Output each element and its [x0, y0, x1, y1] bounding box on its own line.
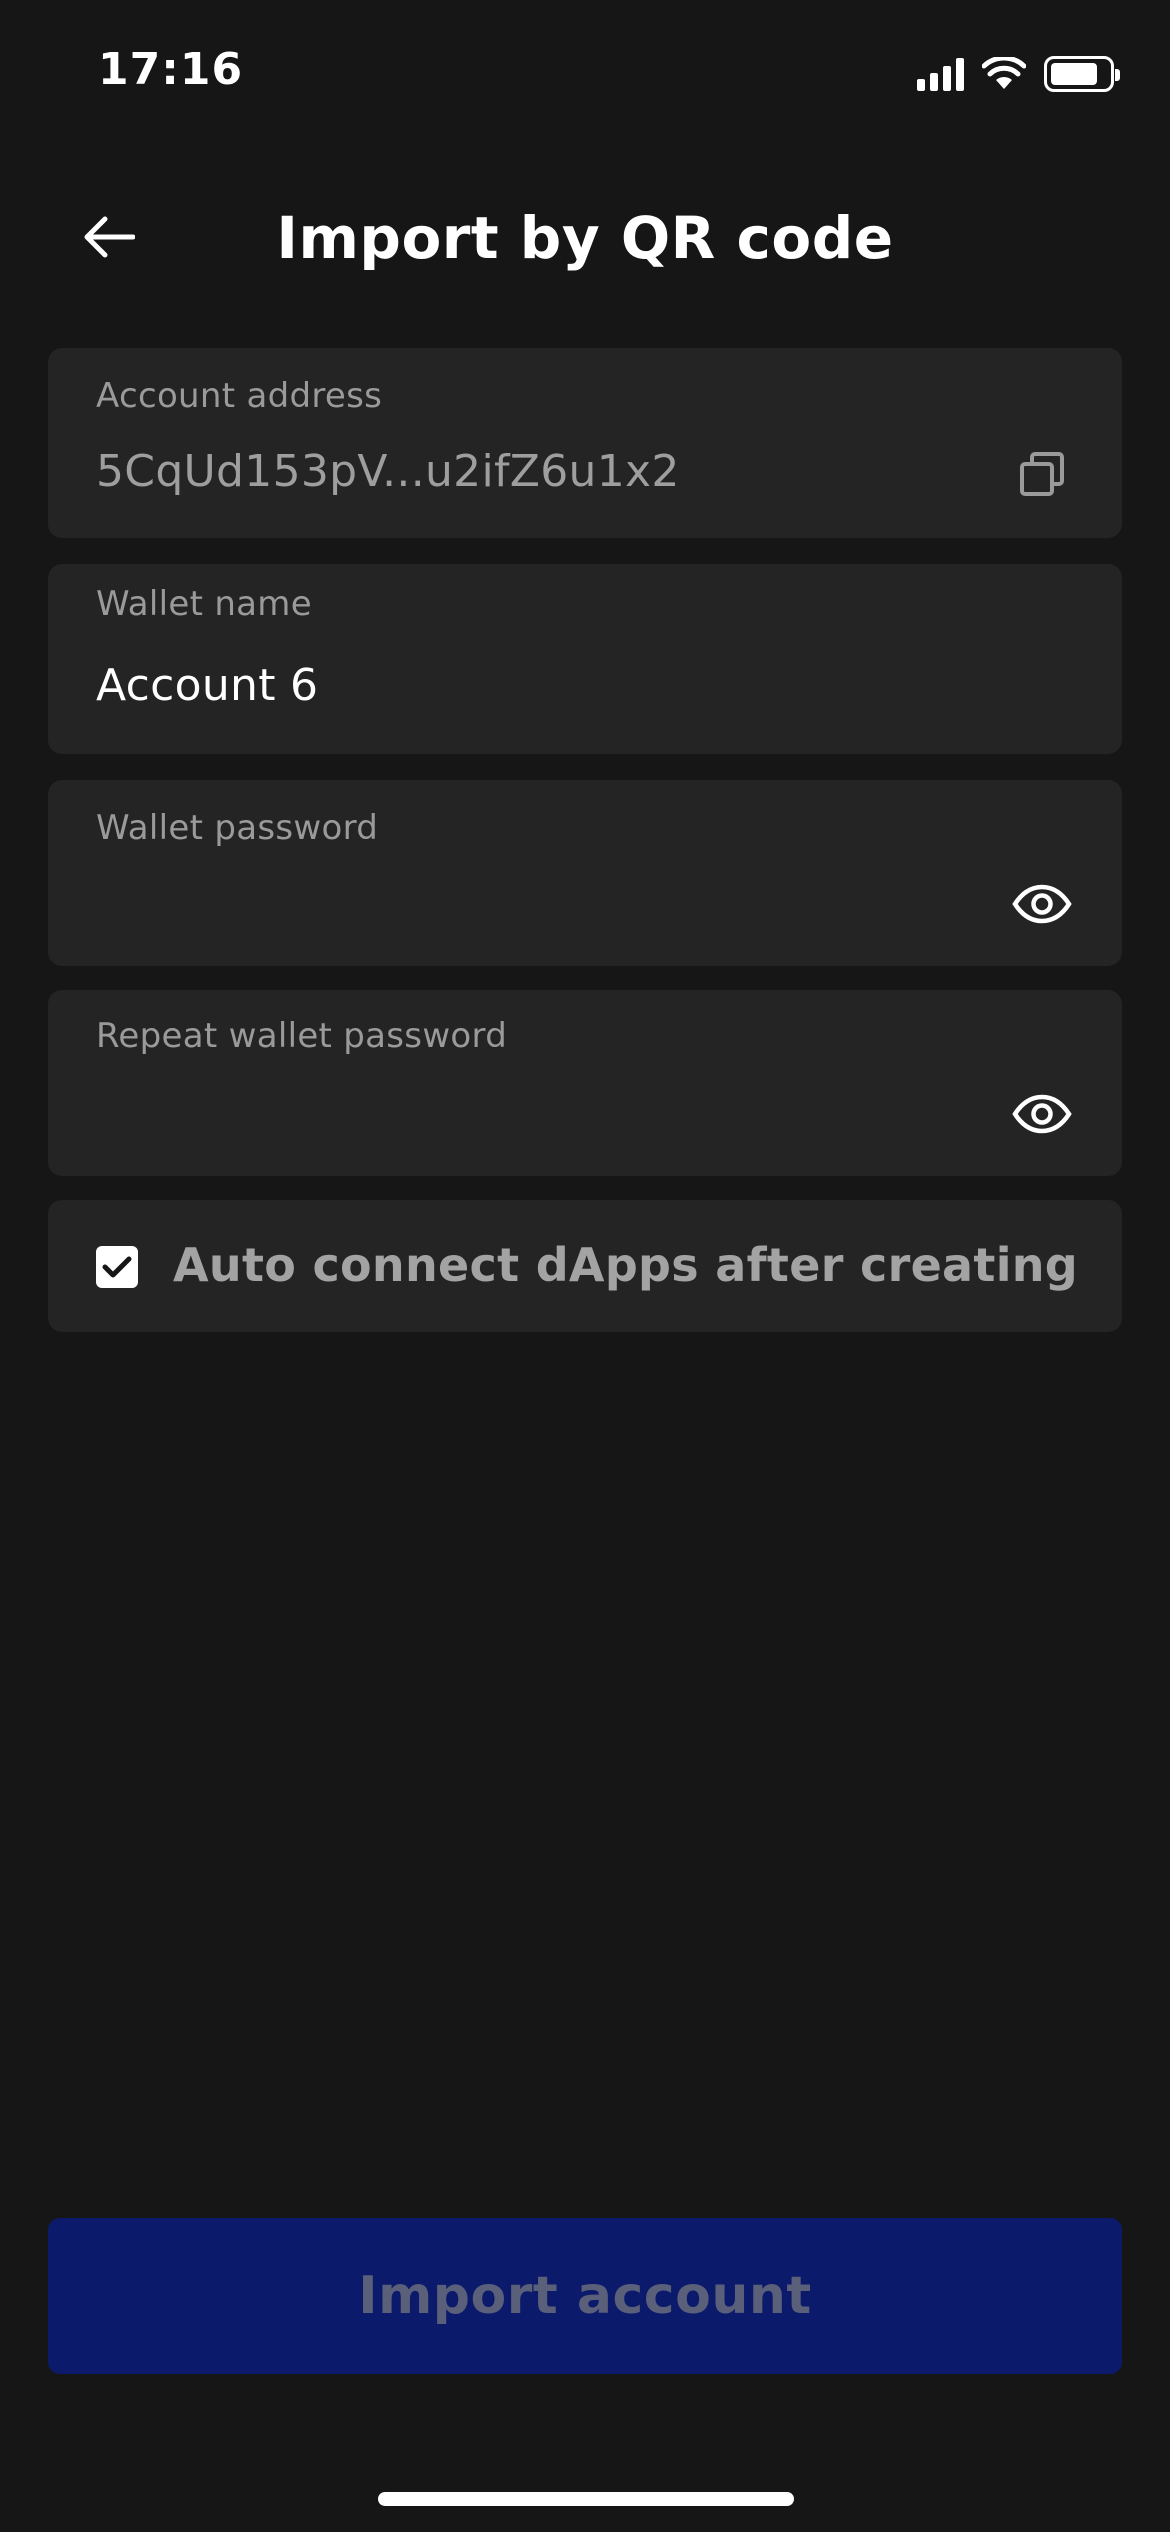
- toggle-password-visibility-button[interactable]: [1010, 872, 1074, 936]
- repeat-wallet-password-field[interactable]: Repeat wallet password: [48, 990, 1122, 1176]
- wallet-password-label: Wallet password: [96, 808, 379, 848]
- auto-connect-checkbox[interactable]: [96, 1246, 138, 1288]
- account-address-label: Account address: [96, 376, 383, 416]
- auto-connect-row[interactable]: Auto connect dApps after creating: [48, 1200, 1122, 1332]
- account-address-value: 5CqUd153pV...u2ifZ6u1x2: [96, 446, 680, 497]
- copy-icon: [1020, 452, 1064, 496]
- auto-connect-label: Auto connect dApps after creating: [173, 1238, 1079, 1292]
- battery-icon: [1044, 56, 1120, 92]
- wallet-name-input[interactable]: Account 6: [96, 660, 318, 711]
- checkmark-icon: [102, 1256, 132, 1278]
- wallet-password-field[interactable]: Wallet password: [48, 780, 1122, 966]
- page-title: Import by QR code: [276, 204, 894, 272]
- wifi-icon: [982, 57, 1026, 89]
- status-icons: [917, 54, 1120, 94]
- eye-icon: [1012, 884, 1072, 924]
- import-by-qr-screen: 17:16 Import by QR code Account address …: [0, 0, 1170, 2532]
- account-address-field: Account address 5CqUd153pV...u2ifZ6u1x2: [48, 348, 1122, 538]
- copy-address-button[interactable]: [1010, 442, 1074, 506]
- wallet-name-label: Wallet name: [96, 584, 312, 624]
- toggle-repeat-password-visibility-button[interactable]: [1010, 1082, 1074, 1146]
- status-time: 17:16: [98, 44, 244, 95]
- repeat-wallet-password-label: Repeat wallet password: [96, 1016, 508, 1056]
- eye-icon: [1012, 1094, 1072, 1134]
- home-indicator: [378, 2492, 794, 2506]
- import-account-button[interactable]: Import account: [48, 2218, 1122, 2374]
- wallet-name-field[interactable]: Wallet name Account 6: [48, 564, 1122, 754]
- signal-icon: [917, 57, 964, 91]
